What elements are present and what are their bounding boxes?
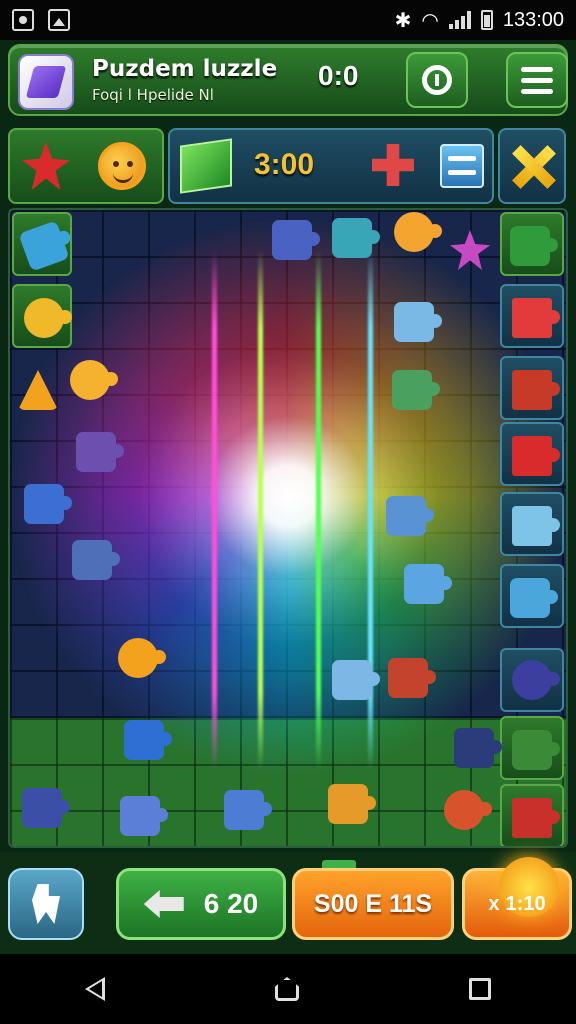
right-slot-piece[interactable] [500, 284, 564, 348]
back-icon[interactable] [85, 977, 105, 1001]
right-slot-piece[interactable] [500, 356, 564, 420]
green-cube-piece[interactable] [180, 138, 232, 194]
blue-jigsaw-piece[interactable] [386, 496, 434, 536]
image-icon [48, 9, 70, 31]
piece-tray-left [8, 128, 164, 204]
sun-creature-piece[interactable] [118, 638, 166, 678]
bottom-action-bar: 6 20 S00 E 11S x 1:10 [0, 852, 576, 954]
red-sign-piece[interactable] [512, 436, 560, 476]
signal-icon [448, 11, 471, 29]
header-timer: 0:0 [318, 60, 359, 91]
blue-jigsaw-piece[interactable] [124, 720, 172, 760]
home-icon[interactable] [275, 977, 299, 1001]
app-logo [18, 54, 74, 110]
sort-edges-button[interactable]: S00 E 11S [292, 868, 454, 940]
blue-jigsaw-piece[interactable] [120, 796, 168, 836]
right-slot-piece[interactable] [500, 212, 564, 276]
light-beam [212, 250, 217, 770]
red-star-piece[interactable] [22, 142, 70, 190]
status-time: 133:00 [502, 8, 564, 31]
blue-jigsaw-piece[interactable] [72, 540, 120, 580]
light-beam [316, 250, 321, 770]
character-piece[interactable] [394, 212, 442, 252]
light-blue-jigsaw-piece[interactable] [394, 302, 442, 342]
navy-jigsaw-piece[interactable] [454, 728, 502, 768]
navigation-bar [0, 954, 576, 1024]
blue-jigsaw-piece[interactable] [224, 790, 272, 830]
light-beam [258, 250, 263, 770]
score-button[interactable]: 6 20 [116, 868, 286, 940]
boost-button[interactable]: x 1:10 [462, 857, 572, 940]
status-bar: ✱ ◠ 133:00 [0, 0, 576, 40]
house-piece[interactable] [512, 798, 560, 838]
gold-leaf-piece[interactable] [24, 298, 72, 338]
plant-piece[interactable] [512, 730, 560, 770]
blue-jigsaw-piece[interactable] [332, 660, 380, 700]
blue-jigsaw-piece[interactable] [272, 220, 320, 260]
blue-device-piece[interactable] [512, 506, 560, 546]
green-tool-piece[interactable] [510, 226, 558, 266]
recents-icon[interactable] [469, 978, 491, 1000]
purple-piece[interactable] [76, 432, 124, 472]
green-jigsaw-piece[interactable] [392, 370, 440, 410]
sun-eye-piece[interactable] [70, 360, 118, 400]
camera-icon [12, 9, 34, 31]
crossed-pencils-piece[interactable] [508, 142, 558, 192]
orange-jigsaw-piece[interactable] [328, 784, 376, 824]
right-slot-piece[interactable] [500, 716, 564, 780]
piece-tray-center: 3:00 [168, 128, 494, 204]
left-slot-piece[interactable] [12, 284, 72, 348]
hint-button[interactable] [406, 52, 468, 108]
red-chest-piece[interactable] [512, 370, 560, 410]
red-jigsaw-piece[interactable] [388, 658, 436, 698]
hint-icon [422, 65, 452, 95]
sort-label: S00 E 11S [313, 889, 433, 918]
red-bird-piece[interactable] [444, 790, 492, 830]
game-subtitle: Foqi l Hpelide Nl [92, 86, 214, 104]
right-slot-piece[interactable] [500, 648, 564, 712]
red-plus-piece[interactable] [372, 144, 414, 186]
boost-value: 1:10 [505, 892, 546, 915]
purple-orb-piece[interactable] [512, 660, 560, 700]
menu-icon [521, 66, 553, 94]
wifi-icon: ◠ [421, 9, 439, 32]
right-slot-piece[interactable] [500, 492, 564, 556]
header-bar: Puzdem luzzle Foqi l Hpelide Nl 0:0 [8, 44, 568, 116]
blue-jigsaw-piece[interactable] [24, 484, 72, 524]
blue-bug-piece[interactable] [22, 788, 70, 828]
pieces-tray-button[interactable] [8, 868, 84, 940]
sun-face-piece[interactable] [98, 142, 146, 190]
score-value: 6 20 [203, 888, 259, 919]
right-slot-piece[interactable] [500, 422, 564, 486]
bluetooth-icon: ✱ [394, 9, 412, 32]
arrow-left-icon [143, 890, 184, 918]
teal-jigsaw-piece[interactable] [332, 218, 380, 258]
round-timer: 3:00 [254, 148, 315, 181]
right-slot-piece[interactable] [500, 784, 564, 846]
piece-tray-right [498, 128, 566, 204]
blue-pen-piece[interactable] [18, 220, 70, 272]
menu-button[interactable] [506, 52, 568, 108]
right-slot-piece[interactable] [500, 564, 564, 628]
game-screen: Puzdem luzzle Foqi l Hpelide Nl 0:0 3:00 [0, 40, 576, 954]
boost-multiplier: x [488, 892, 500, 915]
left-slot-piece[interactable] [12, 212, 72, 276]
blue-panel-piece[interactable] [440, 144, 484, 188]
puzzle-figure-icon [32, 884, 60, 924]
blue-jigsaw-piece[interactable] [404, 564, 452, 604]
game-title: Puzdem luzzle [92, 56, 278, 82]
puzzle-board[interactable] [8, 208, 568, 848]
blue-pencil-piece[interactable] [510, 578, 558, 618]
battery-icon [480, 10, 493, 30]
red-white-piece[interactable] [512, 298, 560, 338]
